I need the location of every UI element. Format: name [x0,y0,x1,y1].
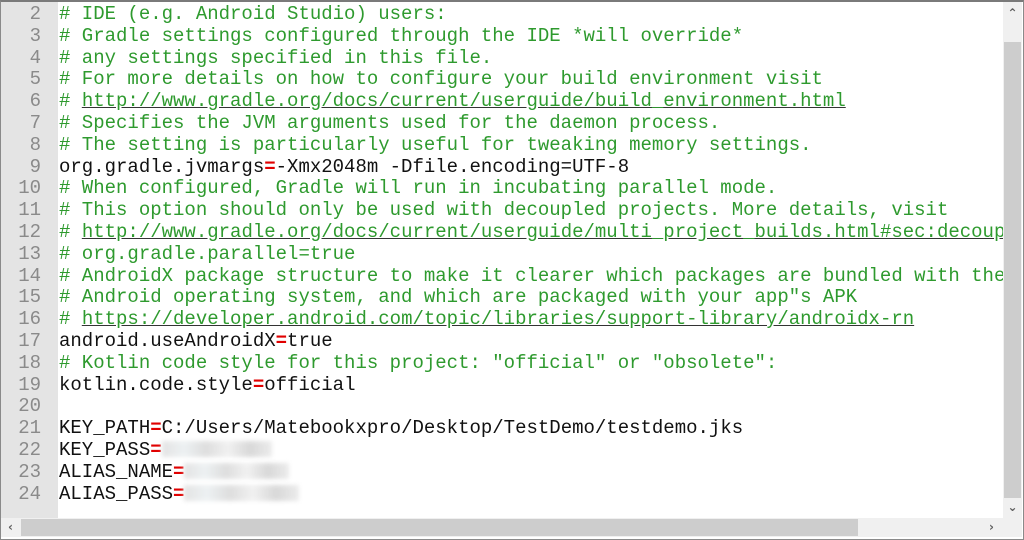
line-number: 4 [29,46,41,69]
line-number: 2 [29,3,41,25]
line-content: # Gradle settings configured through the… [59,25,743,47]
property-key: KEY_PATH [59,417,151,440]
comment-text: # Kotlin code style for this project: "o… [59,351,778,374]
property-key: kotlin.code.style [59,373,253,396]
equals-sign: = [275,330,288,352]
line-content: KEY_PATH=C:/Users/Matebookxpro/Desktop/T… [59,417,743,439]
comment-text: # AndroidX package structure to make it … [59,264,1003,287]
comment-text: # For more details on how to configure y… [59,68,823,91]
equals-sign: = [150,439,162,461]
vertical-scroll-thumb[interactable] [1004,42,1021,498]
comment-text: # org.gradle.parallel=true [59,242,356,265]
comment-text: # [59,90,82,113]
line-number: 22 [18,439,41,461]
line-number: 7 [29,112,41,134]
line-content: # https://developer.android.com/topic/li… [59,308,914,330]
comment-text: # Specifies the JVM arguments used for t… [59,112,721,134]
chevron-up-icon[interactable]: ⌃ [1004,4,1021,22]
comment-text: # [59,308,82,331]
line-content: # The setting is particularly useful for… [59,134,812,156]
line-content: ALIAS_NAME= [59,460,290,483]
line-number: 21 [18,417,41,440]
line-number: 16 [18,308,41,331]
equals-sign: = [252,373,265,396]
line-content: # Android operating system, and which ar… [59,286,857,308]
scrollbar-corner [1003,518,1022,537]
equals-sign: = [150,417,162,440]
comment-text: # IDE (e.g. Android Studio) users: [59,3,447,25]
comment-text: # Android operating system, and which ar… [59,286,858,309]
property-key: org.gradle.jvmargs [59,155,265,178]
line-content: # AndroidX package structure to make it … [59,265,1003,287]
line-content: # http://www.gradle.org/docs/current/use… [59,221,1003,243]
line-number: 17 [18,330,41,352]
line-number: 9 [29,155,41,178]
chevron-right-icon[interactable]: › [983,518,1000,536]
line-number: 6 [29,90,41,113]
line-number: 12 [18,221,41,243]
line-number: 24 [18,482,41,505]
redacted-value [184,462,290,479]
line-number: 15 [18,286,41,309]
property-key: ALIAS_NAME [59,460,174,483]
equals-sign: = [264,155,276,178]
property-value: official [264,373,356,396]
url-link[interactable]: http://www.gradle.org/docs/current/userg… [82,221,1003,243]
property-value: true [287,330,333,352]
redacted-value [184,484,300,501]
line-number: 20 [18,395,41,418]
line-number: 14 [18,264,41,287]
comment-text: # any settings specified in this file. [59,46,493,69]
line-content: android.useAndroidX=true [59,330,333,352]
line-content: # When configured, Gradle will run in in… [59,177,777,199]
code-editor[interactable]: 2 # IDE (e.g. Android Studio) users: 3 # Gr… [1,2,1003,518]
line-number: 18 [18,351,41,374]
chevron-down-icon[interactable]: ⌄ [1004,498,1021,516]
line-number: 10 [18,177,41,200]
redacted-value [161,441,272,457]
chevron-left-icon[interactable]: ‹ [2,518,19,536]
url-link[interactable]: http://www.gradle.org/docs/current/userg… [82,90,846,112]
comment-text: # This option should only be used with d… [59,199,949,222]
url-link[interactable]: https://developer.android.com/topic/libr… [82,308,914,330]
property-value: C:/Users/Matebookxpro/Desktop/TestDemo/t… [161,417,744,440]
line-number: 8 [29,133,41,156]
equals-sign: = [173,482,185,505]
line-number: 3 [29,24,41,47]
line-number: 11 [18,199,41,222]
line-content: # Kotlin code style for this project: "o… [59,352,777,374]
line-content: # org.gradle.parallel=true [59,243,355,265]
line-content: # IDE (e.g. Android Studio) users: [59,3,447,25]
property-value: -Xmx2048m -Dfile.encoding=UTF-8 [275,155,630,178]
line-content: # http://www.gradle.org/docs/current/use… [59,90,846,112]
property-key: android.useAndroidX [59,330,276,352]
comment-text: # [59,221,82,243]
line-content: kotlin.code.style=official [59,374,355,396]
line-content: # For more details on how to configure y… [59,68,823,90]
line-content: KEY_PASS= [59,439,272,461]
line-number: 13 [18,242,41,265]
vertical-scrollbar[interactable]: ⌃ ⌄ [1003,2,1022,518]
horizontal-scrollbar[interactable]: ‹ › [1,518,1003,537]
line-number: 23 [18,460,41,483]
line-number: 5 [29,68,41,91]
comment-text: # When configured, Gradle will run in in… [59,177,778,200]
line-content: # Specifies the JVM arguments used for t… [59,112,720,134]
comment-text: # The setting is particularly useful for… [59,133,812,156]
line-content: # any settings specified in this file. [59,47,492,69]
line-number: 19 [18,373,41,396]
equals-sign: = [173,460,185,483]
property-key: KEY_PASS [59,439,151,461]
line-content: ALIAS_PASS= [59,482,300,505]
line-content: org.gradle.jvmargs=-Xmx2048m -Dfile.enco… [59,156,629,178]
horizontal-scroll-thumb[interactable] [21,519,858,536]
comment-text: # Gradle settings configured through the… [59,24,744,47]
line-content: # This option should only be used with d… [59,199,948,221]
property-key: ALIAS_PASS [59,482,174,505]
